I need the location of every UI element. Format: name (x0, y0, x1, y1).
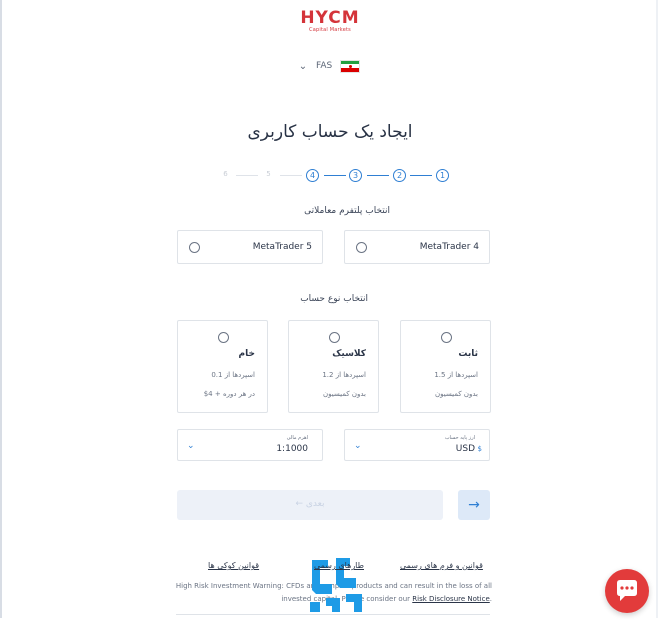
account-option-classic[interactable]: کلاسیک اسپردها از 1.2 بدون کمیسیون (288, 320, 379, 413)
account-spread: اسپردها از 0.1 (211, 371, 255, 379)
step-6: 6 (223, 170, 228, 178)
step-5: 5 (266, 170, 271, 178)
account-type-label: انتخاب نوع حساب (300, 294, 368, 304)
account-commission: در هر دوره + 4$ (203, 390, 255, 398)
account-spread: اسپردها از 1.2 (322, 371, 366, 379)
step-connector (324, 175, 346, 176)
select-value: USD (455, 444, 475, 454)
currency-symbol: $ (477, 445, 482, 453)
chevron-down-icon: ⌄ (354, 441, 362, 451)
account-spread: اسپردها از 1.5 (434, 371, 478, 379)
language-selector[interactable]: ⌄ FAS (298, 58, 361, 74)
chat-bubble-icon (617, 580, 637, 601)
step-connector (367, 175, 389, 176)
page-left-border (0, 0, 2, 618)
step-3: 3 (349, 169, 362, 182)
radio-button[interactable] (329, 332, 340, 343)
step-2: 2 (393, 169, 406, 182)
footer-link-legal-forms[interactable]: قوانین و فرم های رسمی (400, 561, 483, 570)
account-commission: بدون کمیسیون (323, 390, 366, 398)
next-button-label: بعدی ← (295, 499, 325, 509)
field-label: اهرم مالی (286, 435, 308, 441)
footer-link-cookie-policy[interactable]: قوانین کوکی ها (208, 561, 259, 570)
platform-option-mt5[interactable]: MetaTrader 5 (177, 230, 323, 264)
base-currency-select[interactable]: ارز پایه حساب $ USD ⌄ (344, 429, 490, 461)
account-name: کلاسیک (332, 349, 366, 359)
page-title: ایجاد یک حساب کاربری (247, 122, 413, 142)
radio-button[interactable] (356, 242, 367, 253)
language-code: FAS (316, 61, 333, 71)
step-4: 4 (306, 169, 319, 182)
iran-flag-icon (340, 59, 361, 73)
step-connector (410, 175, 432, 176)
select-value: 1:1000 (276, 444, 308, 454)
watermark-text: طارهای رسمی (314, 561, 364, 570)
hycm-logo[interactable]: HYCM Capital Markets (300, 10, 360, 34)
account-commission: بدون کمیسیون (435, 390, 478, 398)
field-label: ارز پایه حساب (444, 435, 475, 441)
account-option-fixed[interactable]: ثابت اسپردها از 1.5 بدون کمیسیون (400, 320, 491, 413)
platform-option-mt4[interactable]: MetaTrader 4 (344, 230, 490, 264)
risk-disclosure-link[interactable]: Risk Disclosure Notice (412, 595, 490, 603)
step-1: 1 (436, 169, 449, 182)
radio-button[interactable] (189, 242, 200, 253)
arrow-right-icon: → (468, 497, 480, 513)
leverage-select[interactable]: اهرم مالی 1:1000 ⌄ (177, 429, 323, 461)
chevron-down-icon: ⌄ (298, 60, 308, 72)
radio-button[interactable] (218, 332, 229, 343)
progress-stepper: 1 2 3 4 5 6 (0, 169, 660, 185)
logo-text: HYCM (300, 8, 360, 28)
step-connector (280, 175, 302, 176)
page-right-border (656, 0, 658, 618)
platform-name: MetaTrader 4 (419, 242, 479, 252)
live-chat-button[interactable] (605, 569, 649, 613)
back-button[interactable]: → (458, 490, 490, 520)
account-option-raw[interactable]: خام اسپردها از 0.1 در هر دوره + 4$ (177, 320, 268, 413)
step-connector (236, 175, 258, 176)
radio-button[interactable] (441, 332, 452, 343)
chevron-down-icon: ⌄ (187, 441, 195, 451)
account-name: خام (238, 349, 255, 359)
account-name: ثابت (458, 349, 478, 359)
platform-label: انتخاب پلتفرم معاملاتی (304, 206, 390, 216)
next-button[interactable]: بعدی ← (177, 490, 443, 520)
platform-name: MetaTrader 5 (252, 242, 312, 252)
